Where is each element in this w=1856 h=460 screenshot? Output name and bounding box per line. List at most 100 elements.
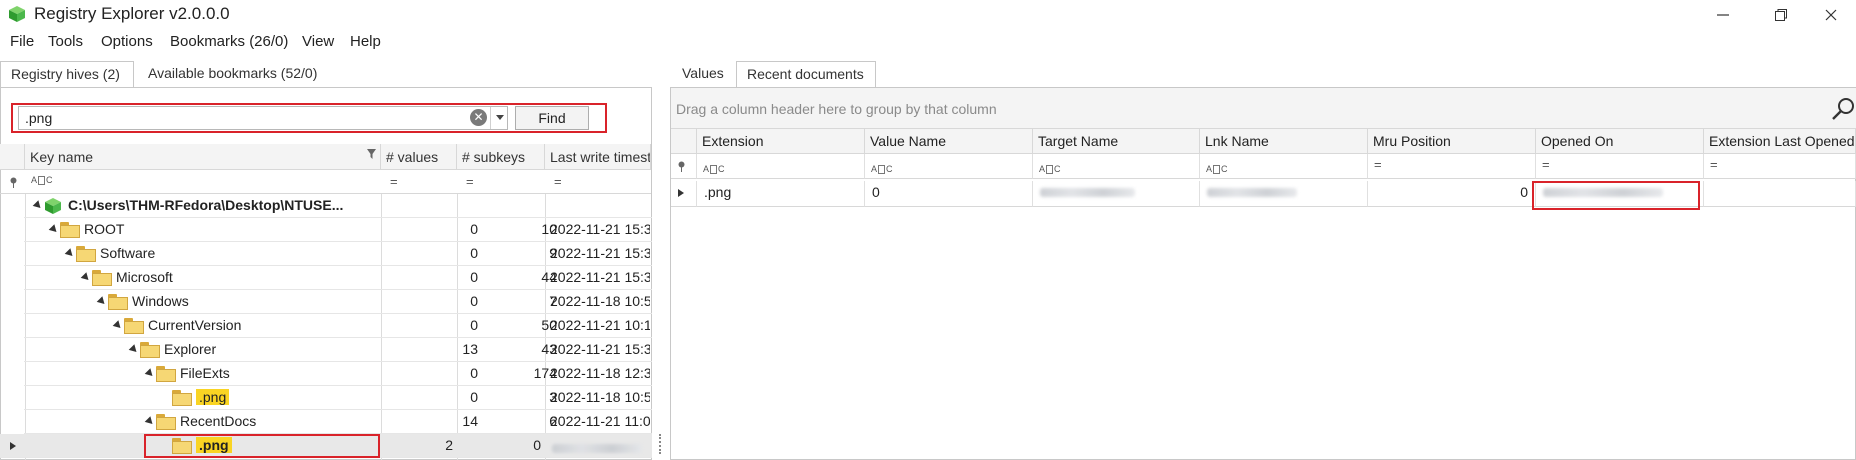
search-input[interactable]: .png <box>18 106 508 130</box>
search-dropdown-button[interactable] <box>490 107 508 129</box>
subkeys-count: 3 <box>549 389 557 405</box>
tab-available-bookmarks[interactable]: Available bookmarks (52/0) <box>138 61 327 87</box>
subkeys-count: 0 <box>533 437 541 453</box>
column-target-name[interactable]: Target Name <box>1033 129 1200 154</box>
filter-row: AC = = = <box>0 170 651 194</box>
redacted-target-name <box>1040 188 1135 197</box>
last-write-timestamp: 2022-11-21 11:0 <box>550 413 650 429</box>
column-lnk-name[interactable]: Lnk Name <box>1200 129 1368 154</box>
key-name: FileExts <box>180 365 230 381</box>
row-indicator[interactable] <box>671 181 697 207</box>
values-count: 2 <box>445 437 453 453</box>
tab-registry-hives[interactable]: Registry hives (2) <box>0 61 134 87</box>
row-indicator-header <box>671 129 697 154</box>
last-write-timestamp: 2022-11-21 15:3 <box>550 341 650 357</box>
find-button[interactable]: Find <box>515 106 589 130</box>
column-key-name[interactable]: Key name <box>25 144 381 170</box>
key-name: ROOT <box>84 221 125 237</box>
column-mru-position[interactable]: Mru Position <box>1368 129 1536 154</box>
filter-extension[interactable]: AC <box>697 154 865 179</box>
close-button[interactable] <box>1808 0 1854 30</box>
equals-filter-icon: = <box>1542 157 1550 172</box>
menu-tools[interactable]: Tools <box>48 33 83 50</box>
redacted-timestamp <box>552 444 642 453</box>
last-write-timestamp: 2022-11-21 10:1 <box>550 317 650 333</box>
folder-icon <box>172 438 192 454</box>
tree-row-recentdocs[interactable]: RecentDocs 14 6 2022-11-21 11:0 <box>24 410 652 434</box>
equals-filter-icon[interactable]: = <box>390 174 398 189</box>
filter-extension-last-opened[interactable]: = <box>1704 154 1856 179</box>
search-icon[interactable] <box>1830 96 1856 122</box>
key-name: Explorer <box>164 341 217 357</box>
pin-icon <box>10 177 17 188</box>
column-extension-last-opened[interactable]: Extension Last Opened <box>1704 129 1856 154</box>
column-subkeys[interactable]: # subkeys <box>457 144 545 170</box>
minimize-icon <box>1717 14 1729 16</box>
filter-value-name[interactable]: AC <box>865 154 1033 179</box>
tree-row-microsoft[interactable]: Microsoft 0 44 2022-11-21 15:3 <box>24 266 652 290</box>
filter-pin-cell <box>671 154 697 179</box>
restore-button[interactable] <box>1758 0 1804 30</box>
tree-row-windows[interactable]: Windows 0 7 2022-11-18 10:5 <box>24 290 652 314</box>
cell-extension-last-opened[interactable] <box>1704 181 1856 207</box>
text-filter-icon: AC <box>1039 164 1061 175</box>
minimize-button[interactable] <box>1700 0 1746 30</box>
window-title: Registry Explorer v2.0.0.0 <box>34 4 230 23</box>
column-extension[interactable]: Extension <box>697 129 865 154</box>
last-write-timestamp: 2022-11-18 10:5 <box>550 293 650 309</box>
menu-help[interactable]: Help <box>350 33 381 50</box>
menu-bar: File Tools Options Bookmarks (26/0) View… <box>0 30 1856 56</box>
column-key-name-label: Key name <box>30 149 94 165</box>
equals-filter-icon: = <box>1374 157 1382 172</box>
key-name: Software <box>100 245 156 261</box>
close-icon <box>1825 9 1837 21</box>
subkeys-count: 6 <box>549 413 557 429</box>
title-bar: Registry Explorer v2.0.0.0 <box>0 0 1856 30</box>
group-by-hint: Drag a column header here to group by th… <box>676 101 997 117</box>
last-write-timestamp: 2022-11-21 15:3 <box>550 221 650 237</box>
folder-icon <box>124 318 144 334</box>
clear-search-icon[interactable]: ✕ <box>470 109 487 126</box>
subkeys-count: 7 <box>549 293 557 309</box>
filter-lnk-name[interactable]: AC <box>1200 154 1368 179</box>
column-last-write[interactable]: Last write timestamp <box>545 144 651 170</box>
tree-row-currentversion[interactable]: CurrentVersion 0 50 2022-11-21 10:1 <box>24 314 652 338</box>
tree-row-explorer[interactable]: Explorer 13 43 2022-11-21 15:3 <box>24 338 652 362</box>
cell-target-name[interactable] <box>1033 181 1200 207</box>
text-filter-icon: AC <box>871 164 893 175</box>
tree-row-fileexts[interactable]: FileExts 0 174 2022-11-18 12:3 <box>24 362 652 386</box>
menu-bookmarks[interactable]: Bookmarks (26/0) <box>170 33 288 50</box>
cell-extension[interactable]: .png <box>697 181 865 207</box>
cell-value-name[interactable]: 0 <box>865 181 1033 207</box>
redacted-lnk-name <box>1207 188 1297 197</box>
tree-row-software[interactable]: Software 0 9 2022-11-21 15:3 <box>24 242 652 266</box>
registry-cube-icon <box>9 6 25 22</box>
last-write-timestamp: 2022-11-18 10:5 <box>550 389 650 405</box>
filter-target-name[interactable]: AC <box>1033 154 1200 179</box>
text-filter-icon: AC <box>1206 164 1228 175</box>
column-opened-on[interactable]: Opened On <box>1536 129 1704 154</box>
tree-row-hive[interactable]: C:\Users\THM-RFedora\Desktop\NTUSE... <box>24 194 652 218</box>
menu-file[interactable]: File <box>10 33 34 50</box>
cell-mru-position[interactable]: 0 <box>1368 181 1536 207</box>
tree-row-recentdocs-png-selected[interactable]: .png 2 0 <box>0 434 652 458</box>
tree-row-fileexts-png[interactable]: .png 0 3 2022-11-18 10:5 <box>24 386 652 410</box>
text-filter-icon[interactable]: AC <box>31 175 53 186</box>
tab-recent-documents[interactable]: Recent documents <box>736 61 876 87</box>
tree-row-root[interactable]: ROOT 0 10 2022-11-21 15:3 <box>24 218 652 242</box>
row-pointer-icon <box>10 442 16 450</box>
splitter-grip[interactable] <box>659 434 662 454</box>
filter-icon[interactable] <box>367 149 376 159</box>
menu-view[interactable]: View <box>302 33 334 50</box>
menu-options[interactable]: Options <box>101 33 153 50</box>
cell-lnk-name[interactable] <box>1200 181 1368 207</box>
column-value-name[interactable]: Value Name <box>865 129 1033 154</box>
filter-mru-position[interactable]: = <box>1368 154 1536 179</box>
column-values[interactable]: # values <box>381 144 457 170</box>
folder-icon <box>140 342 160 358</box>
filter-opened-on[interactable]: = <box>1536 154 1704 179</box>
tab-values[interactable]: Values <box>672 61 734 87</box>
equals-filter-icon[interactable]: = <box>554 174 562 189</box>
equals-filter-icon[interactable]: = <box>466 174 474 189</box>
last-write-timestamp: 2022-11-21 15:3 <box>550 269 650 285</box>
